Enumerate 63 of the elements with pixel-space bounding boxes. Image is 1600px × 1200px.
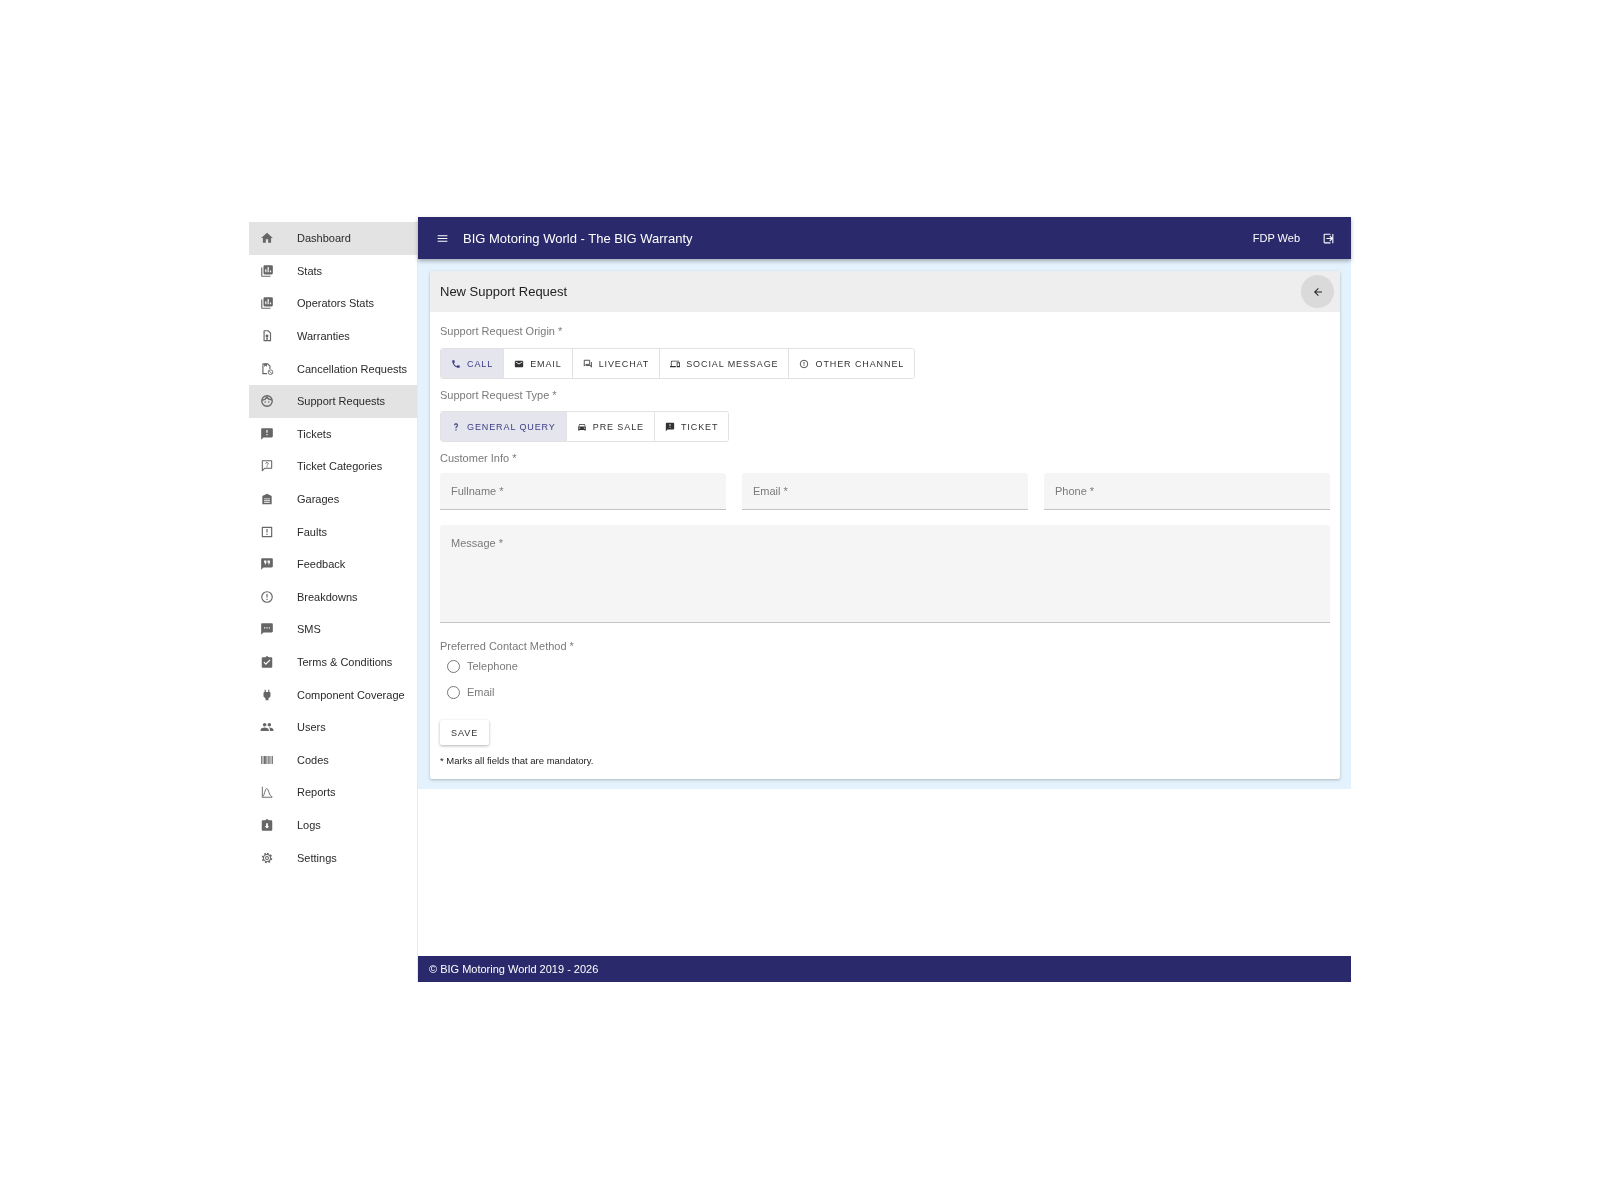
mandatory-note: * Marks all fields that are mandatory. (440, 755, 594, 767)
garage-icon (260, 492, 274, 507)
stacked-chart-icon (260, 263, 274, 278)
user-name: FDP Web (1252, 232, 1300, 244)
sidebar-item[interactable]: Feedback (249, 547, 417, 581)
sidebar-item[interactable]: Reports (249, 776, 417, 809)
back-button[interactable] (1301, 275, 1334, 308)
sidebar-item[interactable]: Codes (249, 743, 417, 777)
sidebar-item[interactable]: Settings (249, 841, 417, 874)
toggle-button[interactable]: CALL (441, 349, 505, 378)
sidebar-item[interactable]: Tickets (249, 417, 417, 451)
save-button[interactable]: SAVE (440, 720, 490, 745)
logout-icon[interactable] (1322, 231, 1335, 245)
sidebar-item[interactable]: Operators Stats (249, 287, 417, 320)
sidebar-item[interactable]: Dashboard (249, 222, 417, 255)
car-icon (576, 421, 587, 432)
field-label: Support Request Type * (440, 388, 557, 402)
sidebar-item[interactable]: Warranties (249, 319, 417, 353)
settings-icon (260, 850, 274, 865)
radio-label: Telephone (467, 660, 518, 672)
sidebar-item[interactable]: Ticket Categories (249, 450, 417, 483)
mail-icon (514, 358, 525, 369)
quote-bubble-icon (260, 557, 274, 572)
message-field[interactable]: Message * (440, 525, 1330, 623)
text-field[interactable]: Email * (742, 473, 1028, 510)
sidebar-item[interactable]: Terms & Conditions (249, 645, 417, 679)
question-mark-icon (451, 421, 461, 432)
phone-icon (451, 358, 461, 369)
clipboard-check-icon (260, 655, 274, 669)
sidebar-item[interactable]: Component Coverage (249, 678, 417, 711)
toggle-button[interactable]: GENERAL QUERY (441, 412, 567, 441)
text-field[interactable]: Fullname * (440, 473, 726, 510)
document-blocked-icon (260, 361, 274, 376)
chat-dots-icon (260, 622, 274, 637)
sidebar-item[interactable]: Logs (249, 808, 417, 842)
question-bubble-icon (260, 459, 274, 474)
field-label: Support Request Origin * (440, 324, 563, 338)
alert-square-icon (260, 524, 274, 539)
app-title: BIG Motoring World - The BIG Warranty (463, 230, 694, 246)
face-icon (260, 394, 274, 409)
document-badge-icon (260, 329, 274, 344)
alert-bubble-icon (260, 426, 274, 441)
sidebar-item[interactable]: Garages (249, 482, 417, 516)
devices-icon (670, 358, 681, 369)
chat-bubbles-icon (582, 358, 593, 369)
sidebar-item[interactable]: Stats (249, 254, 417, 288)
sidebar-item[interactable]: Users (249, 710, 417, 744)
text-field[interactable]: Phone * (1044, 473, 1330, 510)
radio-label: Email (467, 686, 495, 698)
alert-bubble-icon (664, 421, 675, 432)
home-icon (260, 231, 274, 246)
sidebar-item[interactable]: Cancellation Requests (249, 352, 417, 385)
field-label: Customer Info * (440, 451, 517, 465)
sidebar-item[interactable]: Support Requests (249, 384, 417, 418)
field-label: Preferred Contact Method * (440, 639, 574, 653)
card-title: New Support Request (440, 284, 568, 299)
sidebar-item[interactable]: Breakdowns (249, 580, 417, 614)
clipboard-arrow-icon (260, 818, 274, 832)
sidebar-item[interactable]: Faults (249, 515, 417, 548)
sidebar-item[interactable]: SMS (249, 613, 417, 646)
copyright-text: © BIG Motoring World 2019 - 2026 (429, 963, 599, 975)
stacked-chart-icon (260, 296, 274, 311)
chart-curve-icon (260, 785, 274, 800)
